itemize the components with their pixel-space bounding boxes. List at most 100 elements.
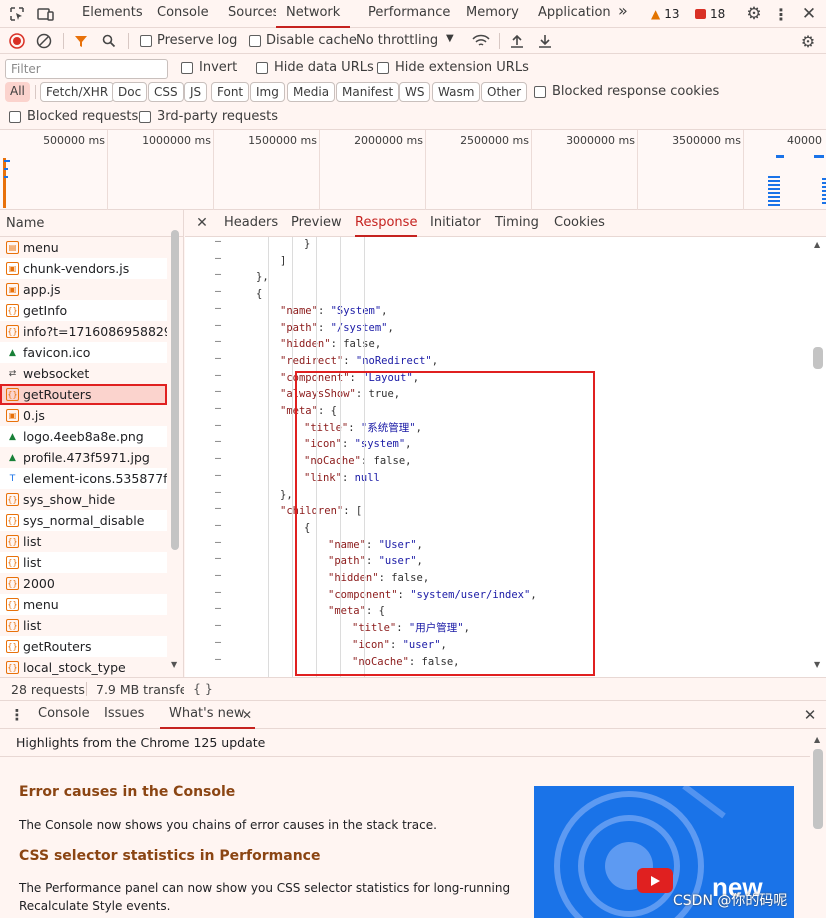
request-list-scrollbar[interactable]: ▼ bbox=[169, 230, 181, 670]
chip-img[interactable]: Img bbox=[250, 82, 285, 102]
collapse-gutter-marker[interactable]: – bbox=[215, 654, 221, 665]
request-row[interactable]: ▲ logo.4eeb8a8e.png bbox=[0, 426, 167, 447]
scroll-down-arrow-icon[interactable]: ▼ bbox=[814, 660, 820, 669]
name-column-header[interactable]: Name bbox=[0, 210, 183, 237]
tab-network[interactable]: Network bbox=[276, 0, 351, 28]
chip-all[interactable]: All bbox=[5, 82, 30, 102]
collapse-gutter-marker[interactable]: – bbox=[215, 487, 221, 498]
preserve-log-checkbox[interactable] bbox=[140, 35, 152, 47]
chip-wasm[interactable]: Wasm bbox=[432, 82, 481, 102]
inspect-element-icon[interactable] bbox=[8, 5, 26, 23]
response-scrollbar-thumb[interactable] bbox=[813, 347, 823, 369]
collapse-gutter-marker[interactable]: – bbox=[215, 370, 221, 381]
import-har-icon[interactable] bbox=[508, 32, 526, 50]
request-row[interactable]: Telement-icons.535877f... bbox=[0, 468, 167, 489]
request-row[interactable]: {} list bbox=[0, 615, 167, 636]
tab-sources[interactable]: Sources bbox=[228, 0, 279, 28]
network-conditions-icon[interactable] bbox=[471, 32, 491, 50]
export-har-icon[interactable] bbox=[536, 32, 554, 50]
collapse-gutter-marker[interactable]: – bbox=[215, 503, 221, 514]
collapse-gutter-marker[interactable]: – bbox=[215, 520, 221, 531]
close-detail-icon[interactable]: ✕ bbox=[194, 214, 210, 232]
drawer-scrollbar-thumb[interactable] bbox=[813, 749, 823, 829]
scroll-up-arrow-icon[interactable]: ▲ bbox=[814, 735, 820, 744]
request-row[interactable]: ▲ favicon.ico bbox=[0, 342, 167, 363]
request-row[interactable]: ▣ app.js bbox=[0, 279, 167, 300]
network-overview-timeline[interactable]: 500000 ms 1000000 ms 1500000 ms 2000000 … bbox=[0, 130, 826, 210]
collapse-gutter-marker[interactable]: – bbox=[215, 386, 221, 397]
collapse-gutter-marker[interactable]: – bbox=[215, 620, 221, 631]
collapse-gutter-marker[interactable]: – bbox=[215, 470, 221, 481]
request-row[interactable]: ▲ profile.473f5971.jpg bbox=[0, 447, 167, 468]
tab-preview[interactable]: Preview bbox=[291, 210, 342, 237]
blocked-response-cookies-checkbox[interactable] bbox=[534, 86, 546, 98]
request-row[interactable]: {} local_stock_type bbox=[0, 657, 167, 678]
chip-css[interactable]: CSS bbox=[148, 82, 184, 102]
request-row[interactable]: {} sys_show_hide bbox=[0, 489, 167, 510]
collapse-gutter-marker[interactable]: – bbox=[215, 269, 221, 280]
collapse-gutter-marker[interactable]: – bbox=[215, 587, 221, 598]
errors-counter[interactable]: 18 bbox=[695, 6, 725, 22]
request-row[interactable]: ▣ 0.js bbox=[0, 405, 167, 426]
collapse-gutter-marker[interactable]: – bbox=[215, 436, 221, 447]
scroll-up-arrow-icon[interactable]: ▲ bbox=[814, 240, 820, 249]
stop-recording-icon[interactable] bbox=[8, 32, 26, 50]
tab-memory[interactable]: Memory bbox=[466, 0, 519, 28]
close-tab-icon[interactable]: ✕ bbox=[240, 708, 254, 722]
chip-manifest[interactable]: Manifest bbox=[336, 82, 400, 102]
hide-extension-urls-checkbox[interactable] bbox=[377, 62, 389, 74]
chip-media[interactable]: Media bbox=[287, 82, 336, 102]
blocked-requests-checkbox[interactable] bbox=[9, 111, 21, 123]
collapse-gutter-marker[interactable]: – bbox=[215, 403, 221, 414]
clear-icon[interactable] bbox=[35, 32, 53, 50]
drawer-tab-issues[interactable]: Issues bbox=[104, 701, 144, 729]
tab-console[interactable]: Console bbox=[157, 0, 209, 28]
request-row[interactable]: {} getRouters bbox=[0, 636, 167, 657]
settings-gear-icon[interactable]: ⚙ bbox=[744, 4, 764, 24]
drawer-menu-icon[interactable]: ⋮ bbox=[10, 706, 25, 724]
pretty-print-braces-icon[interactable]: { } bbox=[193, 681, 213, 696]
scroll-down-arrow-icon[interactable]: ▼ bbox=[171, 660, 177, 669]
third-party-requests-checkbox[interactable] bbox=[139, 111, 151, 123]
request-row[interactable]: {} 2000 bbox=[0, 573, 167, 594]
tab-timing[interactable]: Timing bbox=[495, 210, 539, 237]
collapse-gutter-marker[interactable]: – bbox=[215, 286, 221, 297]
request-row[interactable]: {} sys_normal_disable bbox=[0, 510, 167, 531]
close-drawer-icon[interactable]: ✕ bbox=[801, 706, 819, 724]
more-tabs-button[interactable]: » bbox=[618, 0, 628, 26]
tab-cookies[interactable]: Cookies bbox=[554, 210, 605, 237]
collapse-gutter-marker[interactable]: – bbox=[215, 420, 221, 431]
collapse-gutter-marker[interactable]: – bbox=[215, 553, 221, 564]
collapse-gutter-marker[interactable]: – bbox=[215, 237, 221, 247]
tab-elements[interactable]: Elements bbox=[82, 0, 143, 28]
collapse-gutter-marker[interactable]: – bbox=[215, 570, 221, 581]
disable-cache-checkbox[interactable] bbox=[249, 35, 261, 47]
request-row[interactable]: {} getRouters bbox=[0, 384, 167, 405]
request-list-scrollbar-thumb[interactable] bbox=[171, 230, 179, 550]
close-devtools-icon[interactable]: ✕ bbox=[799, 4, 819, 24]
request-row[interactable]: ⇄ websocket bbox=[0, 363, 167, 384]
request-row[interactable]: {} menu bbox=[0, 594, 167, 615]
device-toolbar-icon[interactable] bbox=[36, 5, 56, 23]
drawer-scrollbar[interactable]: ▲ bbox=[811, 735, 825, 915]
request-row[interactable]: {} list bbox=[0, 552, 167, 573]
search-icon[interactable] bbox=[100, 32, 118, 50]
tab-response[interactable]: Response bbox=[355, 210, 418, 237]
collapse-gutter-marker[interactable]: – bbox=[215, 303, 221, 314]
collapse-gutter-marker[interactable]: – bbox=[215, 353, 221, 364]
chip-font[interactable]: Font bbox=[211, 82, 250, 102]
tab-application[interactable]: Application bbox=[538, 0, 611, 28]
response-scrollbar[interactable]: ▲ ▼ bbox=[811, 240, 825, 672]
collapse-gutter-marker[interactable]: – bbox=[215, 637, 221, 648]
invert-checkbox[interactable] bbox=[181, 62, 193, 74]
more-options-icon[interactable]: ⋮ bbox=[773, 4, 789, 24]
tab-headers[interactable]: Headers bbox=[224, 210, 278, 237]
collapse-gutter-marker[interactable]: – bbox=[215, 453, 221, 464]
filter-icon[interactable] bbox=[72, 32, 90, 50]
collapse-gutter-marker[interactable]: – bbox=[215, 603, 221, 614]
request-row[interactable]: ▣ chunk-vendors.js bbox=[0, 258, 167, 279]
throttling-dropdown-icon[interactable]: ▼ bbox=[446, 33, 454, 44]
collapse-gutter-marker[interactable]: – bbox=[215, 253, 221, 264]
chip-other[interactable]: Other bbox=[481, 82, 528, 102]
request-row[interactable]: {} info?t=1716086958829 bbox=[0, 321, 167, 342]
